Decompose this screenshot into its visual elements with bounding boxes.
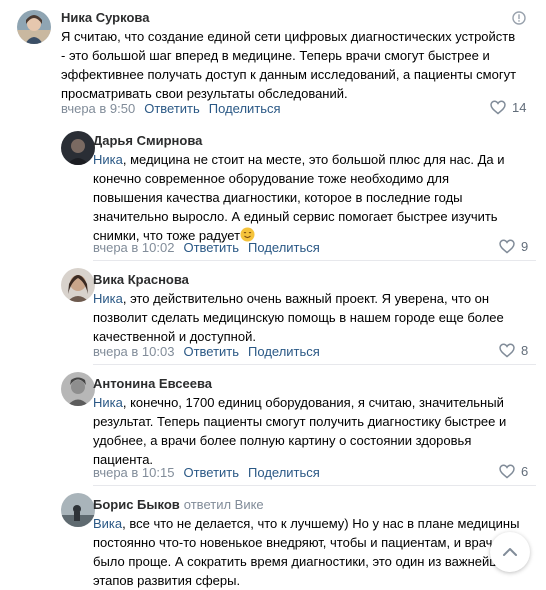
report-icon[interactable]: [512, 11, 526, 25]
chevron-up-icon: [503, 548, 517, 556]
like-button[interactable]: 8: [499, 343, 528, 358]
like-count: 8: [521, 343, 529, 358]
comment-body: , все что не делается, что к лучшему) Но…: [93, 516, 520, 588]
divider: [93, 364, 536, 365]
avatar[interactable]: [17, 10, 51, 44]
like-button[interactable]: 9: [499, 239, 528, 254]
avatar[interactable]: [61, 372, 95, 406]
comment-text: Вика, все что не делается, что к лучшему…: [93, 514, 533, 590]
comment-author[interactable]: Ника Суркова: [61, 10, 149, 25]
comment-time[interactable]: вчера в 10:15: [93, 465, 174, 480]
heart-icon: [499, 343, 515, 358]
avatar[interactable]: [61, 131, 95, 165]
heart-icon: [499, 239, 515, 254]
comment-meta: вчера в 10:02 Ответить Поделиться: [93, 240, 329, 255]
like-count: 14: [512, 100, 527, 115]
comment-meta: вчера в 10:03 Ответить Поделиться: [93, 344, 329, 359]
comment-body: , это действительно очень важный проект.…: [93, 291, 504, 344]
heart-icon: [499, 464, 515, 479]
avatar[interactable]: [61, 493, 95, 527]
comment-body: , медицина не стоит на месте, это большо…: [93, 152, 505, 243]
heart-icon: [490, 100, 506, 115]
mention-link[interactable]: Ника: [93, 291, 123, 306]
share-button[interactable]: Поделиться: [248, 344, 320, 359]
author-name[interactable]: Борис Быков: [93, 497, 180, 512]
avatar[interactable]: [61, 268, 95, 302]
like-count: 6: [521, 464, 529, 479]
comment-author[interactable]: Вика Краснова: [93, 272, 189, 287]
like-count: 9: [521, 239, 529, 254]
mention-link[interactable]: Ника: [93, 152, 123, 167]
like-button[interactable]: 14: [490, 100, 526, 115]
share-button[interactable]: Поделиться: [248, 465, 320, 480]
reply-button[interactable]: Ответить: [183, 240, 239, 255]
comment-time[interactable]: вчера в 9:50: [61, 101, 135, 116]
scroll-to-top-button[interactable]: [490, 532, 530, 572]
divider: [93, 260, 536, 261]
comment-author[interactable]: Антонина Евсеева: [93, 376, 212, 391]
divider: [93, 485, 536, 486]
comment-meta: вчера в 9:50 Ответить Поделиться: [61, 101, 290, 116]
comment-text: Я считаю, что создание единой сети цифро…: [61, 29, 517, 101]
comment-meta: вчера в 10:15 Ответить Поделиться: [93, 465, 329, 480]
like-button[interactable]: 6: [499, 464, 528, 479]
comment-body: , конечно, 1700 единиц оборудования, я с…: [93, 395, 507, 467]
mention-link[interactable]: Вика: [93, 516, 122, 531]
comment-text: Ника, это действительно очень важный про…: [93, 289, 533, 346]
comment-author[interactable]: Дарья Смирнова: [93, 133, 202, 148]
comment-text: Ника, медицина не стоит на месте, это бо…: [93, 150, 533, 245]
share-button[interactable]: Поделиться: [209, 101, 281, 116]
comment-text: Ника, конечно, 1700 единиц оборудования,…: [93, 393, 533, 469]
mention-link[interactable]: Ника: [93, 395, 123, 410]
reply-button[interactable]: Ответить: [183, 465, 239, 480]
reply-button[interactable]: Ответить: [144, 101, 200, 116]
comment-time[interactable]: вчера в 10:03: [93, 344, 174, 359]
reply-button[interactable]: Ответить: [183, 344, 239, 359]
comment-author[interactable]: Борис Быков ответил Вике: [93, 497, 264, 512]
replied-to-label[interactable]: ответил Вике: [184, 497, 264, 512]
share-button[interactable]: Поделиться: [248, 240, 320, 255]
comment-time[interactable]: вчера в 10:02: [93, 240, 174, 255]
